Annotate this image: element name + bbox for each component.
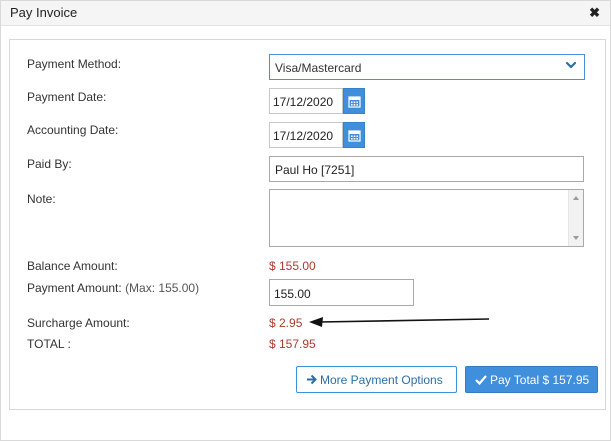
calendar-icon: [348, 96, 361, 108]
calendar-icon: [348, 130, 361, 142]
payment-date-field[interactable]: 17/12/2020: [269, 88, 343, 114]
dialog-title: Pay Invoice: [10, 5, 78, 20]
accounting-date-field[interactable]: 17/12/2020: [269, 122, 343, 148]
total-label: TOTAL :: [27, 337, 71, 351]
paid-by-label: Paid By:: [27, 157, 72, 171]
paid-by-value: Paul Ho [7251]: [275, 163, 355, 177]
payment-amount-input[interactable]: 155.00: [269, 279, 414, 306]
total-value: $ 157.95: [269, 337, 316, 351]
paid-by-input[interactable]: Paul Ho [7251]: [269, 156, 584, 182]
payment-date-label: Payment Date:: [27, 90, 107, 104]
arrow-right-icon: [307, 374, 317, 385]
payment-amount-max: (Max: 155.00): [125, 281, 200, 295]
accounting-date-value: 17/12/2020: [273, 129, 334, 143]
surcharge-amount-label: Surcharge Amount:: [27, 316, 130, 330]
pay-total-button[interactable]: Pay Total $ 157.95: [465, 366, 598, 393]
payment-amount-value: 155.00: [274, 287, 311, 301]
scroll-up-icon[interactable]: [573, 196, 579, 200]
surcharge-amount-value: $ 2.95: [269, 316, 303, 330]
payment-method-select[interactable]: Visa/Mastercard: [269, 54, 585, 80]
scroll-down-icon[interactable]: [573, 236, 579, 240]
close-icon[interactable]: ✖: [589, 5, 600, 21]
accounting-date-calendar-button[interactable]: [343, 122, 365, 148]
accounting-date-label: Accounting Date:: [27, 123, 119, 137]
note-scrollbar[interactable]: [568, 190, 583, 246]
payment-amount-label-text: Payment Amount:: [27, 281, 122, 295]
note-textarea[interactable]: [269, 189, 584, 247]
payment-amount-label: Payment Amount: (Max: 155.00): [27, 281, 199, 295]
chevron-down-icon: [565, 61, 577, 69]
more-payment-options-label: More Payment Options: [320, 373, 443, 387]
payment-date-value: 17/12/2020: [273, 95, 334, 109]
more-payment-options-button[interactable]: More Payment Options: [296, 366, 457, 393]
payment-date-calendar-button[interactable]: [343, 88, 365, 114]
annotation-arrow-icon: [309, 317, 490, 327]
balance-amount-label: Balance Amount:: [27, 259, 118, 273]
check-icon: [475, 375, 487, 385]
payment-method-label: Payment Method:: [27, 57, 122, 71]
pay-invoice-dialog: Pay Invoice ✖ Payment Method: Visa/Maste…: [0, 0, 611, 441]
payment-method-value: Visa/Mastercard: [275, 61, 362, 75]
note-label: Note:: [27, 192, 56, 206]
pay-total-label: Pay Total $ 157.95: [490, 373, 590, 387]
dialog-titlebar: Pay Invoice ✖: [1, 1, 610, 26]
balance-amount-value: $ 155.00: [269, 259, 316, 273]
